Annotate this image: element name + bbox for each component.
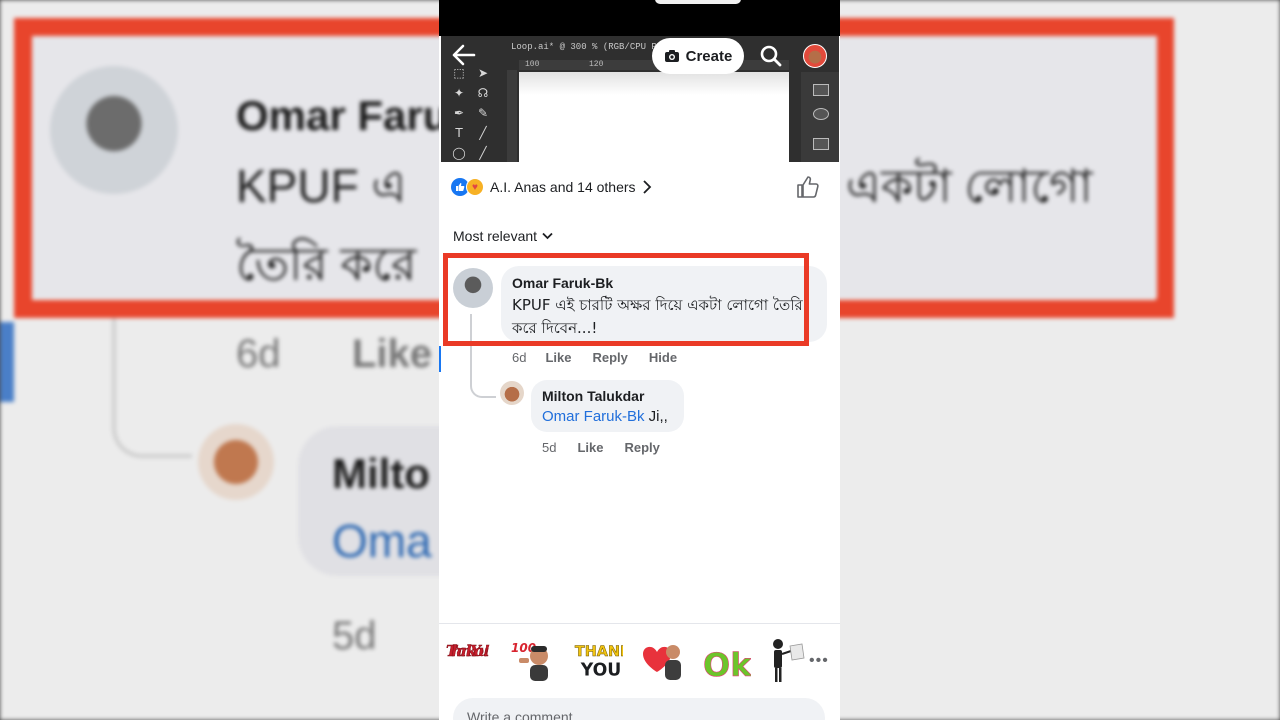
reply-author-name[interactable]: Milton Talukdar [542, 388, 644, 404]
reply-like-button[interactable]: Like [577, 440, 603, 455]
reply-reply-button[interactable]: Reply [624, 440, 659, 455]
profile-avatar[interactable] [803, 44, 827, 68]
reactions-summary[interactable]: ♥ A.I. Anas and 14 others [451, 176, 652, 198]
create-button[interactable]: Create [652, 38, 744, 74]
more-stickers-button[interactable]: ••• [809, 652, 829, 670]
type-tool-icon: T [455, 126, 463, 140]
reply-mention-link[interactable]: Omar Faruk-Bk [542, 408, 645, 425]
camera-icon [664, 50, 679, 62]
back-button[interactable] [451, 44, 477, 66]
paintbrush-icon: ╱ [479, 146, 487, 160]
sticker-hundred[interactable]: 100 [509, 636, 559, 684]
man-with-bag-icon [773, 639, 805, 682]
sticker-heart-hug[interactable] [637, 636, 687, 684]
bg-like: Like [352, 332, 433, 376]
video-frame: Omar Faru KPUF এ একটা লোগো তৈরি করে 6d L… [0, 0, 1280, 720]
you-sticker-text: YOU [580, 660, 622, 680]
bg-avatar [50, 66, 178, 194]
create-label: Create [685, 47, 733, 65]
reply-author-avatar[interactable] [500, 381, 524, 405]
status-bar [439, 0, 840, 36]
ps-panel [801, 72, 839, 162]
ps-document-title: Loop.ai* @ 300 % (RGB/CPU Prev [511, 42, 674, 52]
sticker-man-with-bag[interactable] [761, 636, 811, 684]
phone-screen: Loop.ai* @ 300 % (RGB/CPU Prev 100 120 ⬚… [439, 0, 840, 720]
sticker-thank-you-yellow[interactable]: THANK YOU [573, 636, 623, 684]
sort-label: Most relevant [453, 228, 538, 244]
bg-blue-mark [0, 322, 14, 402]
direct-select-icon: ➤ [477, 66, 489, 80]
bg-time: 6d [236, 332, 281, 376]
ok-sticker-text: Ok [703, 646, 751, 684]
ruler-tick: 120 [589, 60, 604, 69]
line-tool-icon: ╱ [479, 126, 487, 140]
panel-artboard [813, 138, 829, 150]
bg-comment-text-line2: তৈরি করে [236, 238, 417, 290]
reply-time: 5d [542, 440, 557, 455]
sticker-ok[interactable]: Ok [701, 636, 751, 684]
sticker-bar: Thank You! 100 THANK YOU [439, 623, 840, 689]
bg-reply-name: Milto [332, 450, 430, 497]
sticker-thank-you-red[interactable]: Thank You! [443, 636, 493, 684]
ellipse-tool-icon: ◯ [452, 146, 466, 160]
bg-reply-mention: Oma [332, 515, 432, 567]
panel-layers [813, 108, 829, 120]
select-tool-icon: ⬚ [453, 66, 465, 80]
panel-swatch [813, 84, 829, 96]
bg-comment-text-b: একটা লোগো [846, 160, 1093, 212]
search-icon [760, 45, 782, 67]
back-arrow-icon [452, 44, 476, 66]
comment-reply-button[interactable]: Reply [592, 350, 627, 365]
reply-body: Ji,, [644, 408, 668, 425]
comment-like-button[interactable]: Like [545, 350, 571, 365]
ps-canvas [519, 72, 789, 162]
scroll-marker [439, 346, 441, 372]
comment-sort-dropdown[interactable]: Most relevant [453, 228, 553, 244]
bg-reply-avatar [198, 424, 274, 500]
bg-author-name: Omar Faru [236, 92, 449, 139]
bg-comment-text-a: KPUF এ [236, 160, 407, 212]
thank-you-sticker-text: Thank You! [446, 642, 490, 660]
ps-toolbar: ⬚ ➤ ✦ ☊ ✒ ✎ T ╱ ◯ ╱ [449, 62, 501, 162]
write-comment-input[interactable]: Write a comment... [453, 698, 825, 720]
notch [655, 0, 741, 4]
magic-wand-icon: ✦ [453, 86, 465, 100]
like-post-button[interactable] [795, 174, 821, 200]
thumbs-up-icon [797, 176, 819, 198]
highlight-box [443, 253, 809, 346]
reactions-text: A.I. Anas and 14 others [490, 179, 636, 195]
heart-hug-icon [643, 645, 681, 680]
comment-actions: 6d Like Reply Hide [512, 350, 677, 365]
search-button[interactable] [759, 44, 783, 68]
bg-thread-line [112, 318, 192, 458]
ruler-tick: 100 [525, 60, 540, 69]
reply-text: Omar Faruk-Bk Ji,, [542, 408, 668, 425]
reply-actions: 5d Like Reply [542, 440, 660, 455]
comment-hide-button[interactable]: Hide [649, 350, 677, 365]
bg-reply-time: 5d [332, 614, 377, 658]
brush-tool-icon: ✎ [477, 106, 489, 120]
lasso-icon: ☊ [477, 86, 489, 100]
chevron-down-icon [542, 232, 553, 240]
care-reaction-icon: ♥ [466, 178, 484, 196]
comment-time: 6d [512, 350, 527, 365]
ps-vertical-ruler [507, 70, 517, 162]
chevron-right-icon [642, 180, 651, 194]
thank-sticker-text: THANK [575, 644, 623, 660]
pen-tool-icon: ✒ [453, 106, 465, 120]
